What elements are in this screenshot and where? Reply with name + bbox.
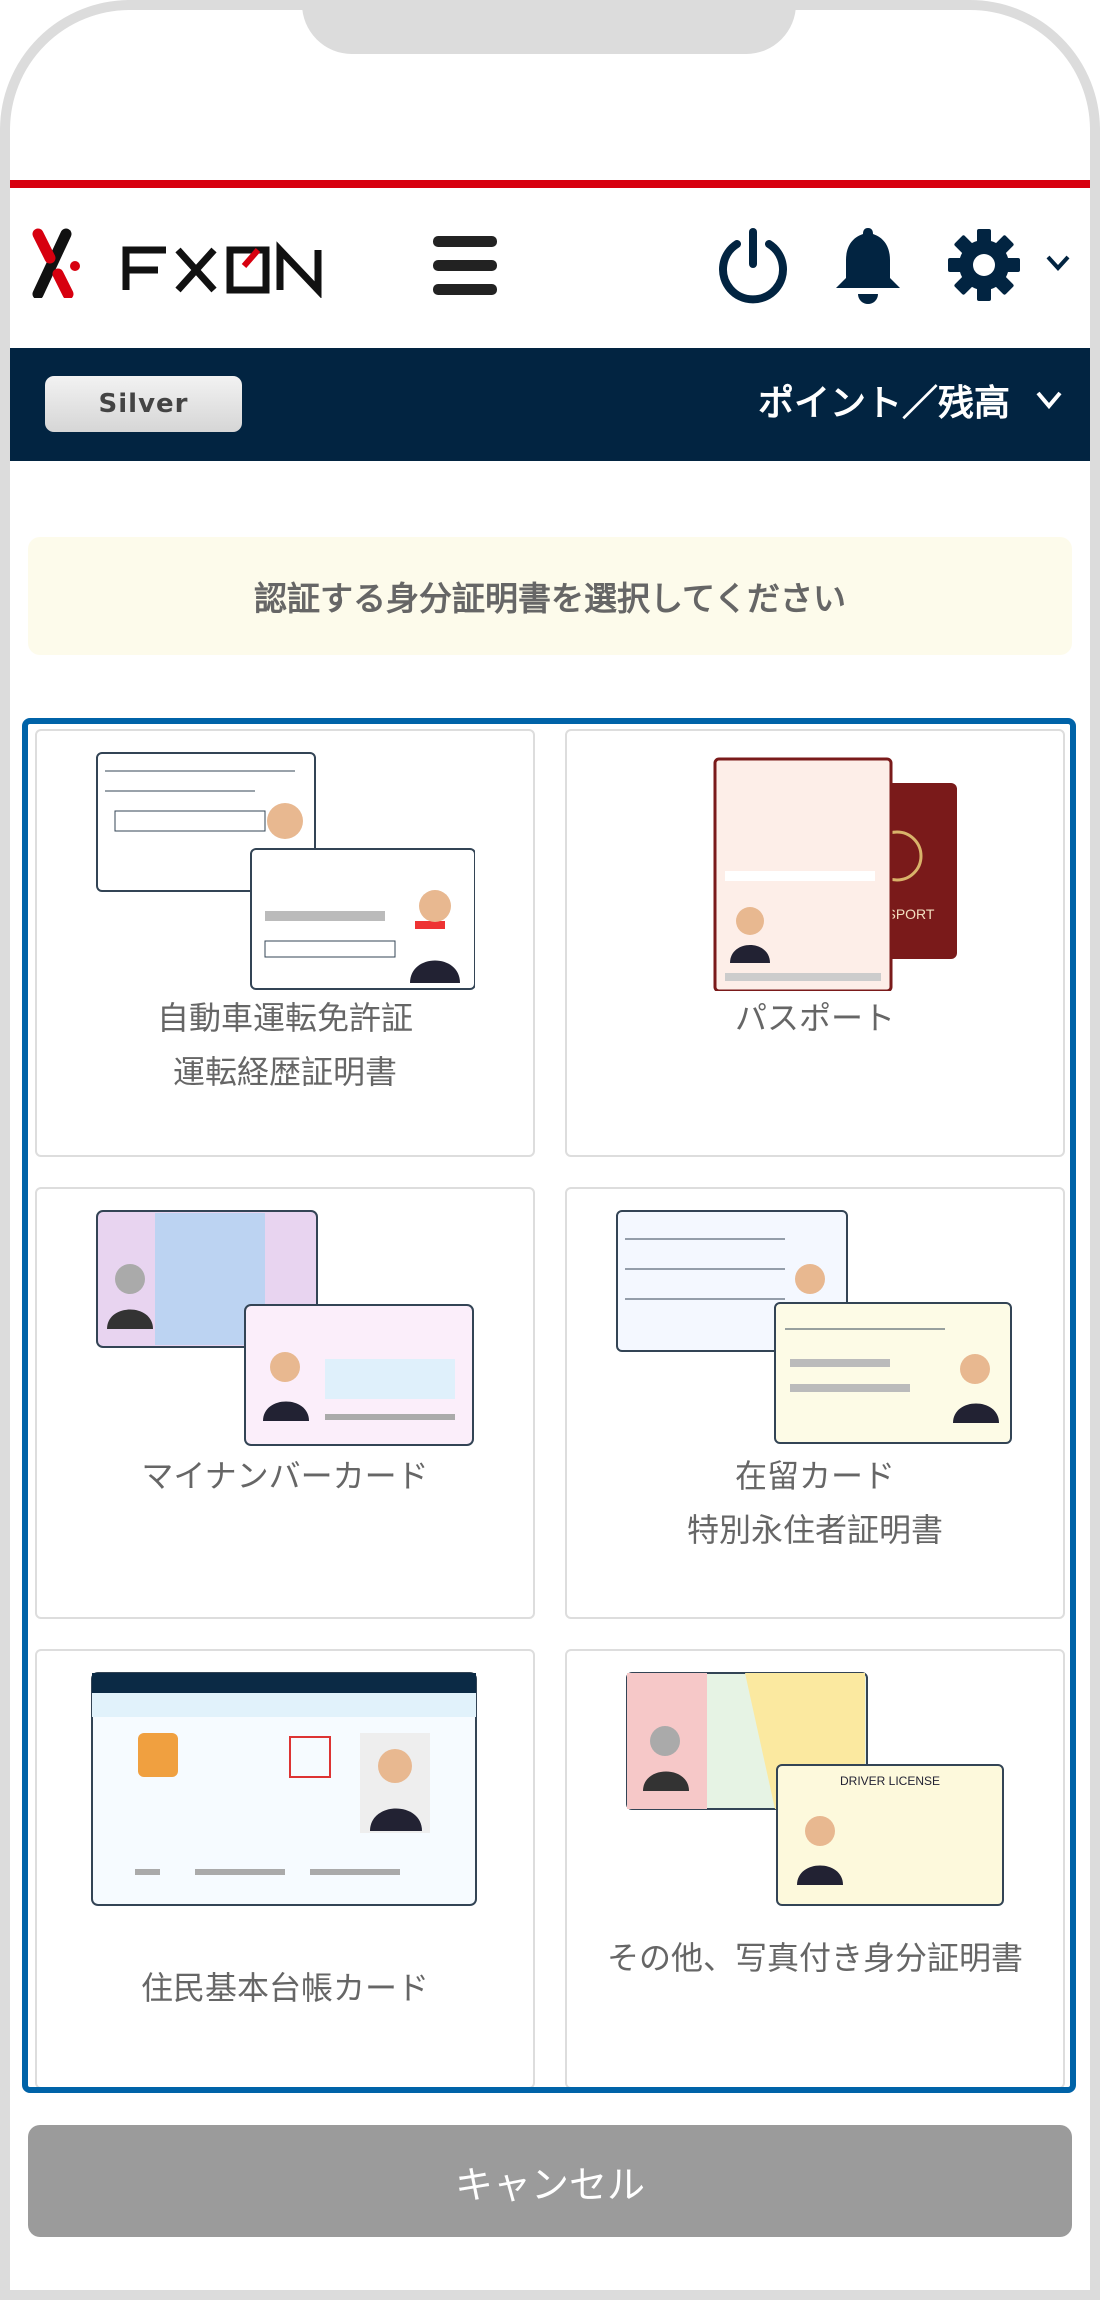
my-number-card-image — [96, 1210, 474, 1446]
bell-icon[interactable] — [830, 224, 906, 308]
doc-label: その他、写真付き身分証明書 — [606, 1939, 1023, 1977]
doc-label: 運転経歴証明書 — [172, 1053, 397, 1091]
app-header — [10, 188, 1090, 348]
doc-option-drivers-license[interactable]: 自動車運転免許証 運転経歴証明書 — [35, 729, 535, 1157]
rank-badge[interactable]: Silver — [45, 376, 242, 432]
other-photo-id-image: DRIVER LICENSE — [626, 1672, 1004, 1906]
hamburger-menu-icon[interactable] — [433, 236, 497, 295]
fxon-logo[interactable] — [28, 228, 378, 298]
doc-label: 自動車運転免許証 — [156, 999, 413, 1037]
doc-option-basic-resident-card[interactable]: 住民基本台帳カード — [35, 1649, 535, 2087]
doc-option-passport[interactable]: PASSPORT パスポート — [565, 729, 1065, 1157]
svg-text:DRIVER LICENSE: DRIVER LICENSE — [840, 1774, 940, 1788]
doc-option-residence-card[interactable]: 在留カード特別永住者証明書 — [565, 1187, 1065, 1619]
cancel-button[interactable]: キャンセル — [28, 2125, 1072, 2237]
drivers-license-image — [96, 752, 475, 990]
doc-option-other-photo-id[interactable]: DRIVER LICENSE その他、写真付き身分証明書 — [565, 1649, 1065, 2087]
document-selector: 自動車運転免許証 運転経歴証明書 PASSPORT パスポート マイナンバーカード — [22, 718, 1076, 2093]
doc-label: マイナンバーカード — [141, 1457, 429, 1495]
instruction-notice: 認証する身分証明書を選択してください — [28, 537, 1072, 655]
chevron-down-icon[interactable] — [1045, 254, 1071, 272]
phone-notch — [302, 0, 796, 54]
account-bar: Silver ポイント／残高 — [10, 348, 1090, 461]
doc-option-my-number-card[interactable]: マイナンバーカード — [35, 1187, 535, 1619]
doc-label: 特別永住者証明書 — [686, 1511, 943, 1549]
basic-resident-card-image — [91, 1672, 477, 1906]
gear-icon[interactable] — [947, 228, 1021, 302]
residence-card-image — [616, 1210, 1012, 1444]
chevron-down-icon[interactable] — [1034, 388, 1064, 412]
accent-line — [10, 180, 1090, 188]
power-icon[interactable] — [715, 226, 791, 306]
doc-label: 在留カード — [734, 1457, 895, 1495]
doc-label: パスポート — [734, 999, 895, 1037]
passport-image: PASSPORT — [713, 757, 957, 991]
points-balance-toggle[interactable]: ポイント／残高 — [758, 376, 1010, 432]
doc-label: 住民基本台帳カード — [140, 1969, 429, 2007]
